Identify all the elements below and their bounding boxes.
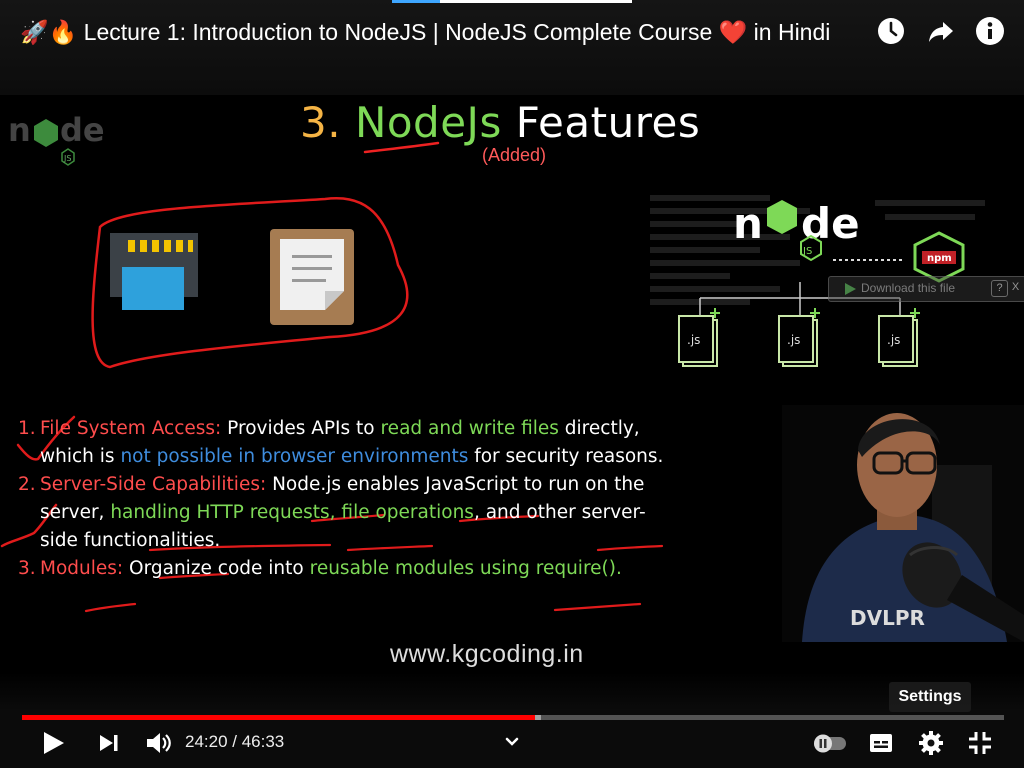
- feature-item: 3. Modules: Organize code into reusable m…: [18, 555, 678, 583]
- feature-text-segment: Modules:: [40, 558, 124, 579]
- loading-bar-highlight: [392, 0, 440, 3]
- video-frame[interactable]: n de JS 3. NodeJs Features (Added) n de …: [0, 95, 1024, 672]
- feature-number: 2.: [18, 474, 36, 495]
- website-watermark: www.kgcoding.in: [390, 640, 584, 668]
- help-icon[interactable]: ?: [991, 280, 1008, 297]
- svg-text:.js: .js: [887, 333, 900, 347]
- gear-icon[interactable]: [916, 728, 946, 758]
- feature-text-segment: Organize code into: [123, 558, 310, 579]
- captions-icon[interactable]: [866, 728, 896, 758]
- feature-list: 1. File System Access: Provides APIs to r…: [18, 415, 678, 583]
- diagram-logo-text: de: [801, 199, 860, 248]
- underline-require: [553, 602, 642, 612]
- feature-item: 2. Server-Side Capabilities: Node.js enab…: [18, 471, 678, 555]
- svg-text:.js: .js: [787, 333, 800, 347]
- video-title-bar: 🚀🔥 Lecture 1: Introduction to NodeJS | N…: [0, 0, 1024, 95]
- progress-bar[interactable]: [22, 715, 1004, 720]
- document-icon: [270, 229, 354, 325]
- feature-number: 3.: [18, 558, 36, 579]
- svg-text:n: n: [733, 199, 763, 248]
- chevron-down-icon[interactable]: [498, 730, 526, 754]
- settings-tooltip: Settings: [889, 682, 971, 712]
- svg-text:JS: JS: [802, 246, 812, 257]
- play-icon: [845, 283, 856, 295]
- feature-number: 1.: [18, 418, 36, 439]
- feature-text-segment: Provides APIs to: [221, 418, 381, 439]
- svg-text:.js: .js: [687, 333, 700, 347]
- close-icon[interactable]: X: [1009, 280, 1022, 295]
- feature-text-segment: not possible in browser environments: [120, 446, 469, 467]
- svg-text:DVLPR: DVLPR: [850, 606, 925, 630]
- download-file-bar[interactable]: Download this file ? X: [828, 276, 1024, 302]
- feature-text-segment: Server-Side Capabilities:: [40, 474, 267, 495]
- feature-item: 1. File System Access: Provides APIs to r…: [18, 415, 678, 471]
- presenter-webcam: DVLPR: [782, 405, 1024, 642]
- sd-card-icon: [110, 233, 198, 310]
- video-title[interactable]: 🚀🔥 Lecture 1: Introduction to NodeJS | N…: [20, 14, 870, 50]
- clock-icon[interactable]: [876, 16, 906, 46]
- feature-text-segment: reusable modules using require().: [309, 558, 622, 579]
- time-display: 24:20 / 46:33: [185, 732, 285, 751]
- feature-text-segment: File System Access:: [40, 418, 222, 439]
- underline-modules: [84, 602, 137, 613]
- npm-label: npm: [927, 253, 952, 264]
- volume-icon[interactable]: [143, 728, 173, 758]
- info-icon[interactable]: [975, 16, 1005, 46]
- download-label[interactable]: Download this file: [861, 281, 955, 295]
- fullscreen-icon[interactable]: [965, 728, 995, 758]
- feature-text-segment: for security reasons.: [468, 446, 664, 467]
- autoplay-toggle-icon[interactable]: [812, 728, 848, 758]
- share-icon[interactable]: [926, 16, 956, 46]
- feature-text-segment: handling HTTP requests, file operations: [110, 502, 474, 523]
- feature-text-segment: read and write files: [380, 418, 559, 439]
- nodejs-underline-stroke: [363, 141, 440, 154]
- next-icon[interactable]: [94, 728, 124, 758]
- played-bar: [22, 715, 536, 720]
- play-icon[interactable]: [38, 728, 68, 758]
